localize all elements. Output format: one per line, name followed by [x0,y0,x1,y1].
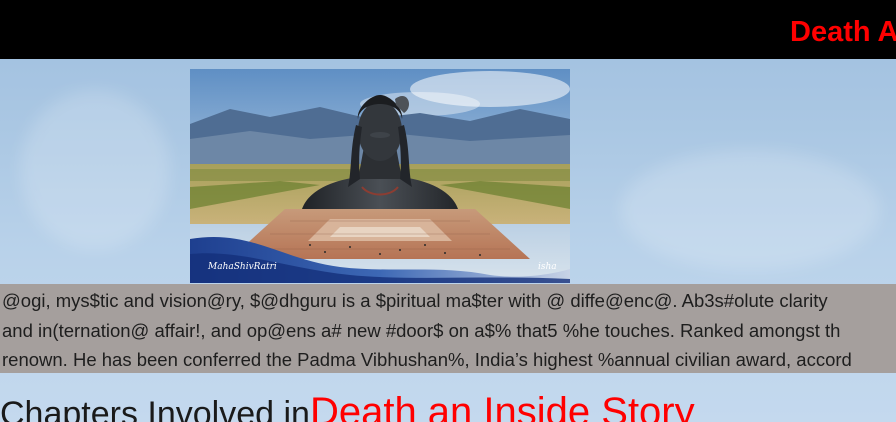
top-bar: Death A [0,0,896,59]
watermark-left: MahaShivRatri [207,262,277,272]
chapters-heading-title: Death an Inside Story [309,390,695,422]
chapters-heading-prefix: Chapters Involved in [0,395,310,422]
bio-line: @ogi, mys$tic and vision@ry, $@dhguru is… [2,290,828,311]
bio-line: and in(ternation@ affair!, and op@ens a#… [2,319,841,341]
background-cloud [20,90,170,250]
adiyogi-hero-image: MahaShivRatri isha [190,69,570,283]
bio-paragraph-block: @ogi, mys$tic and vision@ry, $@dhguru is… [0,284,896,373]
background-cloud [620,150,880,270]
marquee-title: Death A [790,16,896,48]
bio-paragraph: @ogi, mys$tic and vision@ry, $@dhguru is… [0,284,896,373]
watermark-right: isha [538,262,557,272]
bio-line: renown. He has been conferred the Padma … [2,349,852,370]
chapters-heading: Chapters Involved inDeath an Inside Stor… [0,392,695,422]
